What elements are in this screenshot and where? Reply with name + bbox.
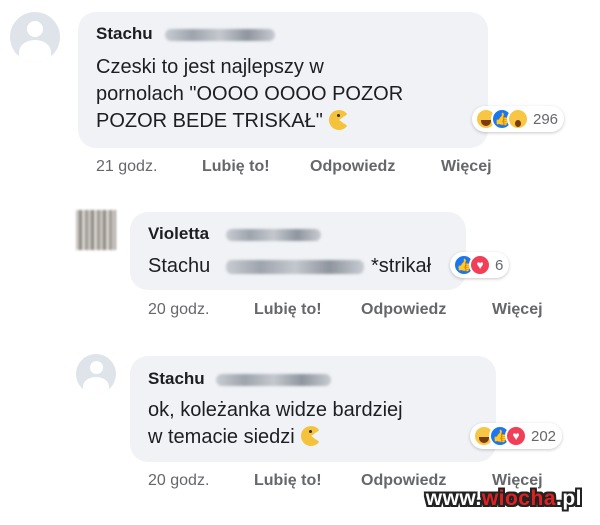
comment-text-line: POZOR BEDE TRISKAŁ" bbox=[96, 108, 349, 135]
avatar[interactable] bbox=[76, 354, 116, 394]
avatar[interactable] bbox=[10, 12, 60, 62]
wow-reaction-icon bbox=[507, 108, 529, 130]
commenter-name[interactable]: Stachu bbox=[148, 369, 205, 389]
love-reaction-icon: ♥ bbox=[505, 425, 527, 447]
comment-text: Stachu bbox=[148, 253, 210, 280]
commenter-name[interactable]: Stachu bbox=[96, 24, 153, 44]
site-watermark: www.wiocha.pl bbox=[425, 487, 582, 510]
reaction-count: 202 bbox=[531, 427, 557, 445]
comment-text-end: *strikał bbox=[371, 255, 432, 277]
mentioned-name[interactable]: Stachu bbox=[148, 255, 210, 277]
redacted-surname bbox=[226, 229, 321, 241]
reactions-summary[interactable]: 👍 ♥ 202 bbox=[470, 423, 563, 449]
like-link[interactable]: Lubię to! bbox=[254, 472, 322, 490]
avatar[interactable] bbox=[76, 210, 116, 250]
like-link[interactable]: Lubię to! bbox=[254, 301, 322, 319]
reactions-summary[interactable]: 👍 ♥ 6 bbox=[450, 252, 510, 278]
like-link[interactable]: Lubię to! bbox=[202, 158, 270, 176]
pacman-emoji-icon bbox=[300, 426, 321, 446]
redacted-mention bbox=[226, 260, 364, 274]
comment-text-line: pornolach "OOOO OOOO POZOR bbox=[96, 83, 404, 105]
comment-text-line: Czeski to jest najlepszy w bbox=[96, 56, 324, 78]
redacted-surname bbox=[216, 374, 331, 386]
more-link[interactable]: Więcej bbox=[492, 301, 543, 319]
love-reaction-icon: ♥ bbox=[469, 254, 491, 276]
commenter-name[interactable]: Violetta bbox=[148, 224, 209, 244]
timestamp[interactable]: 20 godz. bbox=[148, 472, 209, 490]
comment-text-line: w temacie siedzi bbox=[148, 424, 321, 451]
pacman-emoji-icon bbox=[328, 110, 349, 130]
timestamp[interactable]: 21 godz. bbox=[96, 158, 157, 176]
comment-text-line: ok, koleżanka widze bardziej bbox=[148, 399, 403, 421]
redacted-surname bbox=[165, 29, 275, 41]
more-link[interactable]: Więcej bbox=[441, 158, 492, 176]
reply-link[interactable]: Odpowiedz bbox=[310, 158, 395, 176]
timestamp[interactable]: 20 godz. bbox=[148, 301, 209, 319]
reaction-count: 296 bbox=[533, 110, 559, 128]
reply-link[interactable]: Odpowiedz bbox=[361, 301, 446, 319]
reactions-summary[interactable]: 👍 296 bbox=[472, 106, 565, 132]
reaction-count: 6 bbox=[495, 256, 504, 274]
